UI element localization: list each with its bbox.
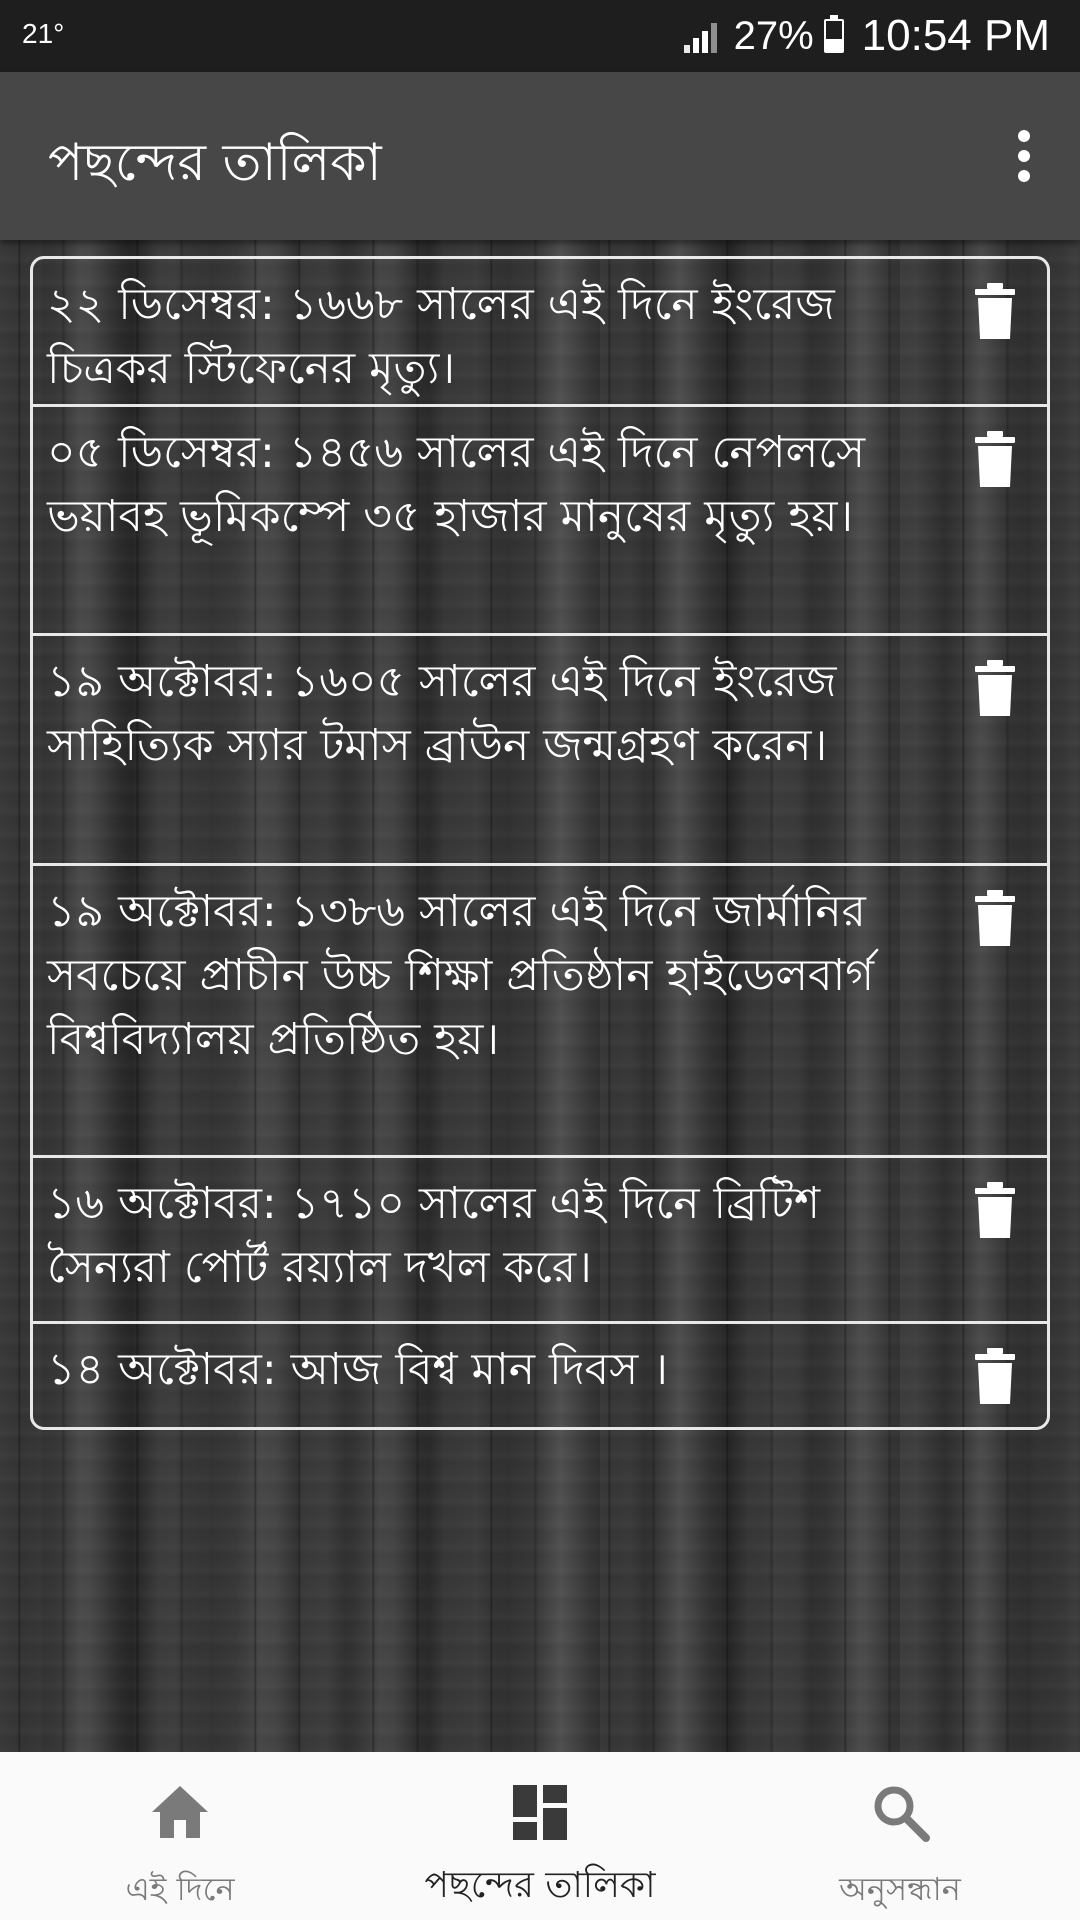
- search-icon: [874, 1786, 930, 1842]
- trash-icon[interactable]: [973, 890, 1017, 946]
- trash-icon[interactable]: [973, 431, 1017, 487]
- app-bar: পছন্দের তালিকা: [0, 72, 1080, 240]
- nav-item-favorites[interactable]: পছন্দের তালিকা: [360, 1752, 720, 1920]
- bottom-navigation: এই দিনে পছন্দের তালিকা অনুসন্ধান: [0, 1752, 1080, 1920]
- page-title: পছন্দের তালিকা: [48, 133, 382, 193]
- favorites-list: ২২ ডিসেম্বর: ১৬৬৮ সালের এই দিনে ইংরেজ চি…: [30, 256, 1050, 1430]
- status-right-group: 27% 10:54 PM: [683, 10, 1050, 62]
- nav-item-this-day[interactable]: এই দিনে: [0, 1752, 360, 1920]
- list-item-text: ০৫ ডিসেম্বর: ১৪৫৬ সালের এই দিনে নেপলসে ভ…: [47, 427, 866, 542]
- nav-label: অনুসন্ধান: [839, 1870, 961, 1908]
- dashboard-icon: [513, 1785, 567, 1840]
- list-item-text: ১৪ অক্টোবর: আজ বিশ্ব মান দিবস ।: [47, 1344, 668, 1395]
- list-item-text: ২২ ডিসেম্বর: ১৬৬৮ সালের এই দিনে ইংরেজ চি…: [47, 279, 835, 394]
- list-item[interactable]: ০৫ ডিসেম্বর: ১৪৫৬ সালের এই দিনে নেপলসে ভ…: [33, 407, 1047, 636]
- list-item[interactable]: ২২ ডিসেম্বর: ১৬৬৮ সালের এই দিনে ইংরেজ চি…: [33, 259, 1047, 407]
- nav-label: পছন্দের তালিকা: [424, 1865, 656, 1906]
- trash-icon[interactable]: [973, 1182, 1017, 1238]
- list-item-text: ১৯ অক্টোবর: ১৩৮৬ সালের এই দিনে জার্মানির…: [47, 886, 875, 1065]
- list-item[interactable]: ১৬ অক্টোবর: ১৭১০ সালের এই দিনে ব্রিটিশ স…: [33, 1158, 1047, 1324]
- home-icon: [152, 1786, 208, 1838]
- trash-icon[interactable]: [973, 1348, 1017, 1404]
- list-item-text: ১৯ অক্টোবর: ১৬০৫ সালের এই দিনে ইংরেজ সাহ…: [47, 656, 837, 771]
- list-item[interactable]: ১৯ অক্টোবর: ১৬০৫ সালের এই দিনে ইংরেজ সাহ…: [33, 636, 1047, 866]
- signal-icon: [683, 19, 724, 53]
- status-bar: 21° 27% 10:54 PM: [0, 0, 1080, 72]
- more-vert-icon[interactable]: [1004, 130, 1044, 182]
- list-item-text: ১৬ অক্টোবর: ১৭১০ সালের এই দিনে ব্রিটিশ স…: [47, 1178, 820, 1293]
- trash-icon[interactable]: [973, 660, 1017, 716]
- list-item[interactable]: ১৯ অক্টোবর: ১৩৮৬ সালের এই দিনে জার্মানির…: [33, 866, 1047, 1158]
- battery-icon: [823, 15, 844, 53]
- clock: 10:54 PM: [861, 11, 1050, 60]
- battery-percent: 27%: [733, 13, 814, 58]
- nav-item-search[interactable]: অনুসন্ধান: [720, 1752, 1080, 1920]
- nav-label: এই দিনে: [125, 1870, 235, 1908]
- list-item[interactable]: ১৪ অক্টোবর: আজ বিশ্ব মান দিবস ।: [33, 1324, 1047, 1427]
- trash-icon[interactable]: [973, 283, 1017, 339]
- temperature-indicator: 21°: [22, 18, 65, 49]
